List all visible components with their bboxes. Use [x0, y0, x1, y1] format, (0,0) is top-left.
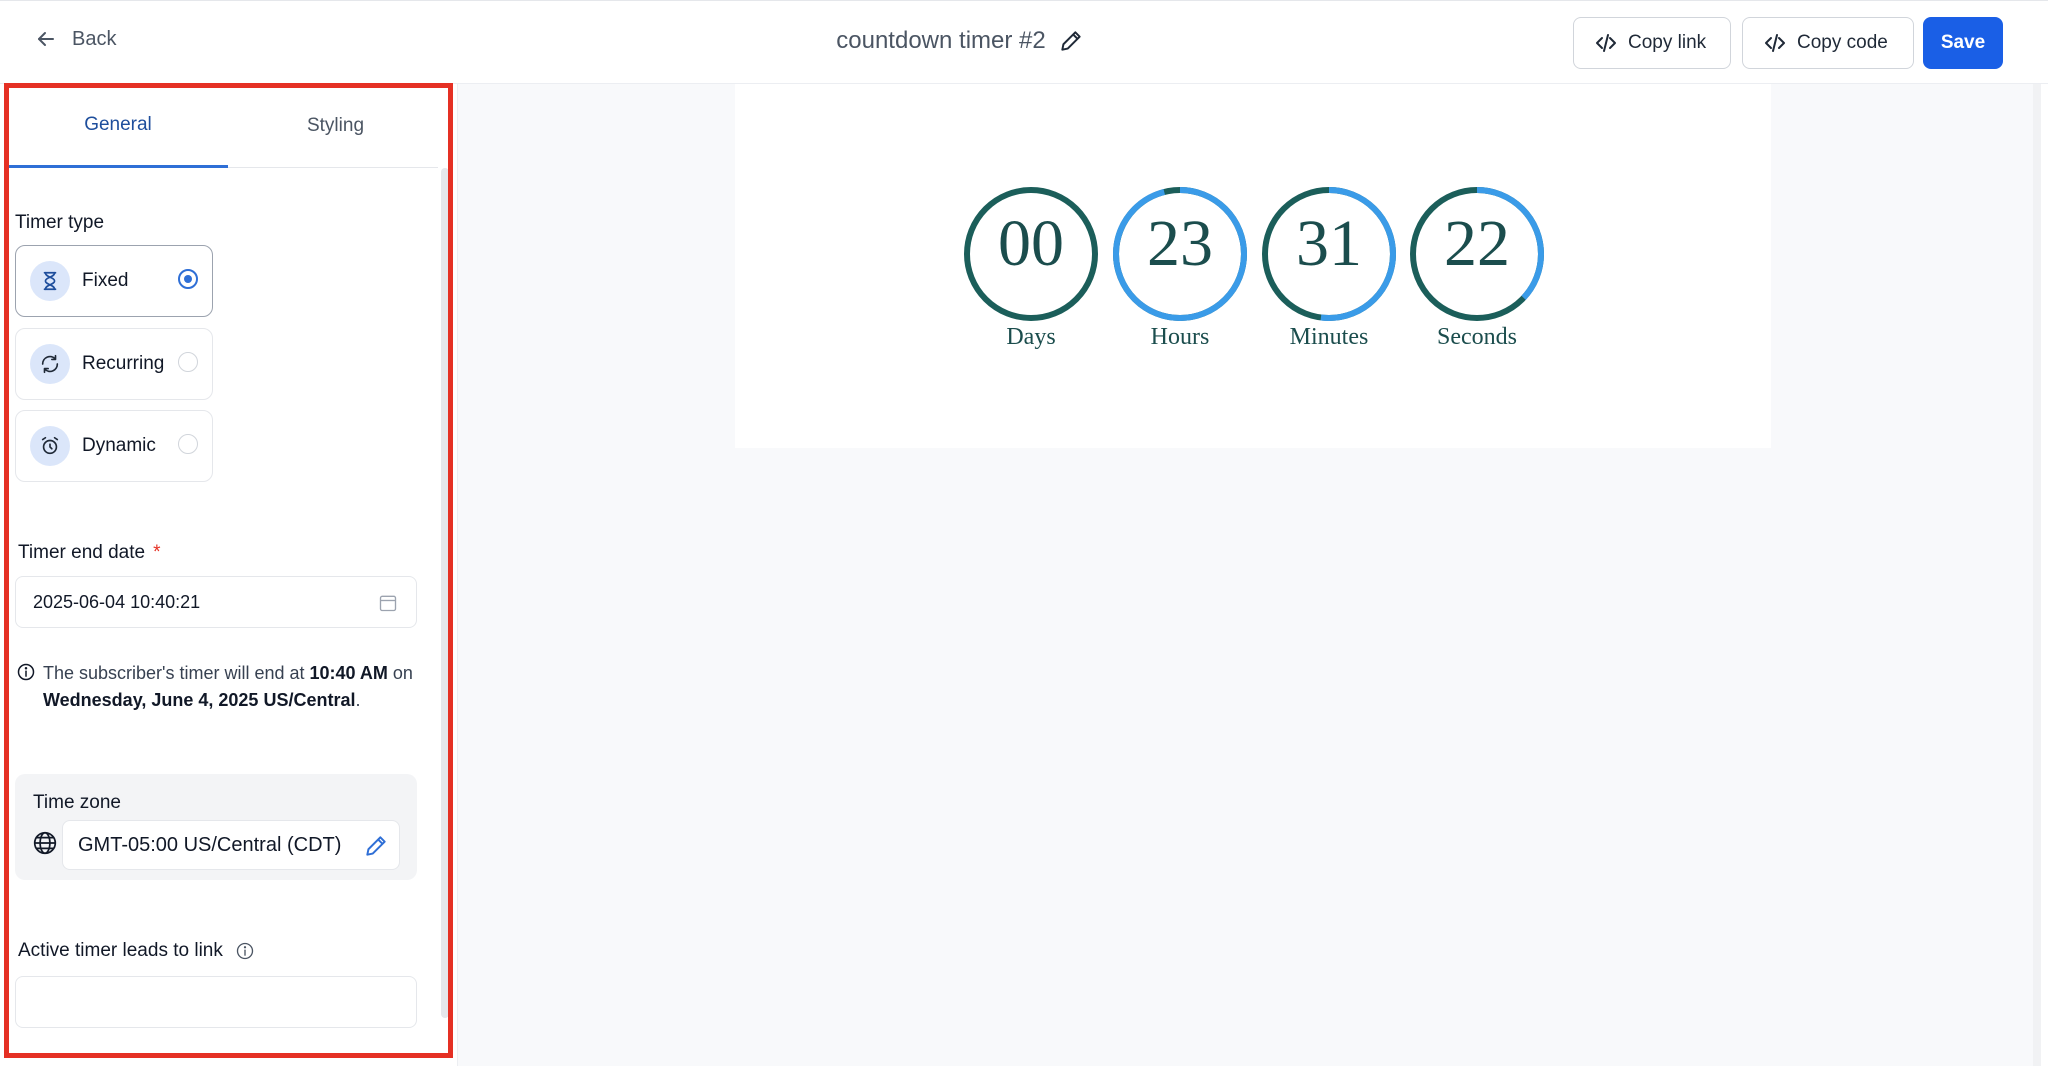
tab-styling[interactable]: Styling [233, 84, 438, 168]
preview-scrollbar[interactable] [2033, 84, 2041, 1066]
refresh-icon [30, 344, 70, 384]
info-text-mid: on [387, 663, 413, 683]
copy-code-label: Copy code [1797, 32, 1888, 53]
required-mark: * [153, 542, 161, 563]
timer-unit-seconds: 22 Seconds [1407, 184, 1547, 351]
timer-type-dynamic-label: Dynamic [82, 435, 156, 456]
radio-fixed[interactable] [178, 269, 198, 289]
timer-end-date-value: 2025-06-04 10:40:21 [33, 591, 201, 612]
timer-value-hours: 23 [1147, 207, 1213, 280]
info-text-pre: The subscriber's timer will end at [43, 663, 310, 683]
time-zone-label: Time zone [33, 792, 121, 813]
timer-label-days: Days [1006, 324, 1056, 350]
info-text-post: . [355, 690, 361, 710]
copy-link-label: Copy link [1628, 32, 1707, 53]
timer-label-hours: Hours [1150, 324, 1210, 350]
timer-unit-hours: 23 Hours [1110, 184, 1250, 351]
timer-value-minutes: 31 [1296, 207, 1362, 280]
time-zone-field[interactable]: GMT-05:00 US/Central (CDT) [62, 820, 400, 870]
copy-link-button[interactable]: Copy link [1573, 17, 1731, 69]
pencil-icon[interactable] [1058, 28, 1084, 54]
timer-label-minutes: Minutes [1289, 324, 1369, 350]
alarm-clock-icon [30, 426, 70, 466]
calendar-icon[interactable] [378, 593, 398, 613]
link-label: Active timer leads to link [18, 940, 255, 962]
timer-end-date-text: Timer end date [18, 542, 146, 563]
info-icon [17, 663, 35, 681]
sidebar-scrollbar[interactable] [441, 168, 449, 1018]
code-icon [1596, 34, 1616, 52]
info-text-date: Wednesday, June 4, 2025 US/Central [43, 690, 356, 710]
pencil-icon[interactable] [363, 833, 389, 859]
end-time-info: The subscriber's timer will end at 10:40… [43, 660, 423, 714]
timer-value-seconds: 22 [1444, 207, 1510, 280]
timer-type-recurring-label: Recurring [82, 353, 165, 374]
copy-code-button[interactable]: Copy code [1742, 17, 1914, 69]
timer-type-fixed[interactable]: Fixed [15, 245, 213, 317]
settings-tabs: General Styling [8, 84, 438, 168]
info-text-time: 10:40 AM [309, 663, 388, 683]
info-icon[interactable] [235, 941, 255, 961]
link-label-text: Active timer leads to link [18, 940, 223, 961]
globe-icon [33, 831, 57, 855]
page-title: countdown timer #2 [836, 27, 1046, 54]
timer-unit-days: 00 Days [961, 184, 1101, 351]
timer-type-dynamic[interactable]: Dynamic [15, 410, 213, 482]
time-zone-value: GMT-05:00 US/Central (CDT) [78, 833, 342, 856]
timer-preview: 00 Days 23 Hours 31 Minutes 22 Seconds [735, 84, 1771, 448]
time-zone-section: Time zone GMT-05:00 US/Central (CDT) [15, 774, 417, 880]
timer-end-date-input[interactable]: 2025-06-04 10:40:21 [15, 576, 417, 628]
timer-label-seconds: Seconds [1437, 324, 1517, 350]
timer-type-label: Timer type [15, 212, 105, 233]
code-icon [1765, 34, 1785, 52]
settings-sidebar: General Styling Timer type Fixed Recurri… [0, 84, 450, 1066]
timer-end-date-label: Timer end date * [18, 542, 161, 564]
timer-unit-minutes: 31 Minutes [1259, 184, 1399, 351]
timer-value-days: 00 [998, 207, 1064, 280]
tab-general[interactable]: General [8, 84, 228, 168]
hourglass-icon [30, 261, 70, 301]
timer-type-fixed-label: Fixed [82, 270, 129, 291]
radio-dynamic[interactable] [178, 434, 198, 454]
save-button[interactable]: Save [1923, 17, 2003, 69]
preview-area: 00 Days 23 Hours 31 Minutes 22 Seconds [457, 84, 2041, 1066]
top-bar: Back countdown timer #2 Copy link Copy c… [0, 0, 2048, 84]
timer-type-recurring[interactable]: Recurring [15, 328, 213, 400]
radio-recurring[interactable] [178, 352, 198, 372]
link-input[interactable] [15, 976, 417, 1028]
